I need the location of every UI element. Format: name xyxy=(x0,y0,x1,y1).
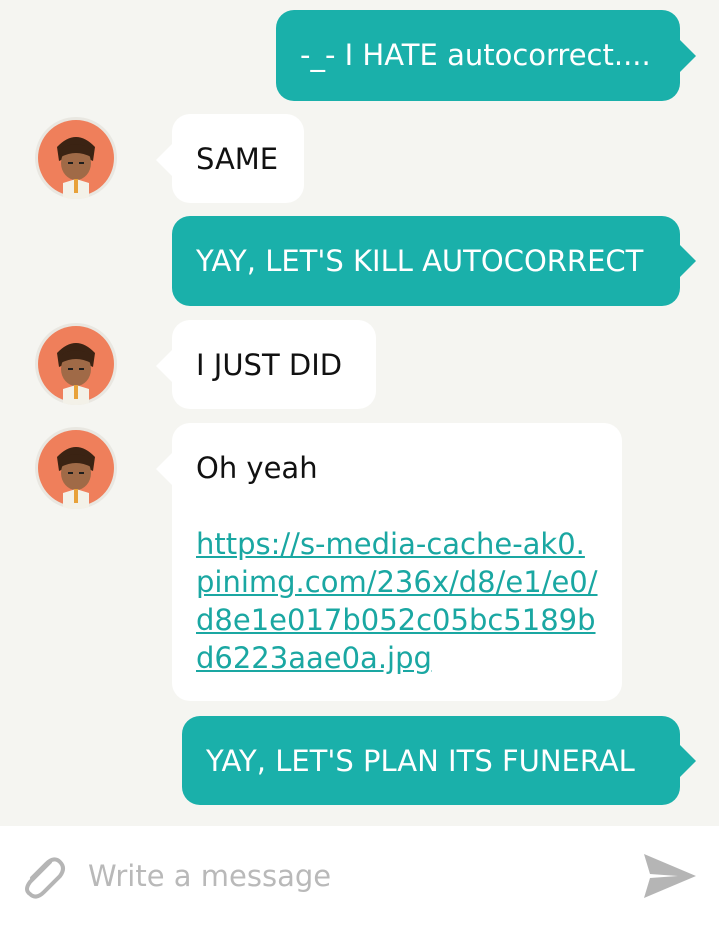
paperclip-icon[interactable] xyxy=(16,848,72,904)
message-bubble-outgoing[interactable]: YAY, LET'S PLAN ITS FUNERAL xyxy=(182,716,696,805)
message-bubble-incoming[interactable]: Oh yeah https://s-media-cache-ak0.pinimg… xyxy=(156,423,622,701)
message-bubble-incoming[interactable]: SAME xyxy=(156,114,304,203)
message-text: YAY, LET'S PLAN ITS FUNERAL xyxy=(206,744,635,778)
message-link[interactable]: https://s-media-cache-ak0.pinimg.com/236… xyxy=(196,527,598,675)
message-text: YAY, LET'S KILL AUTOCORRECT xyxy=(196,244,644,278)
send-icon[interactable] xyxy=(640,848,698,908)
message-text: I JUST DID xyxy=(196,348,343,382)
avatar[interactable] xyxy=(35,427,117,509)
chat-thread: -_- I HATE autocorrect.... SAME YAY, LET… xyxy=(0,0,719,826)
message-bubble-outgoing[interactable]: YAY, LET'S KILL AUTOCORRECT xyxy=(172,216,696,306)
message-text: -_- I HATE autocorrect.... xyxy=(300,38,651,72)
message-input[interactable] xyxy=(88,852,608,900)
message-bubble-incoming[interactable]: I JUST DID xyxy=(156,320,376,409)
message-text: SAME xyxy=(196,142,279,176)
avatar[interactable] xyxy=(35,323,117,405)
message-composer xyxy=(0,826,719,926)
avatar[interactable] xyxy=(35,117,117,199)
message-text: Oh yeah xyxy=(196,451,318,485)
message-bubble-outgoing[interactable]: -_- I HATE autocorrect.... xyxy=(276,10,696,101)
